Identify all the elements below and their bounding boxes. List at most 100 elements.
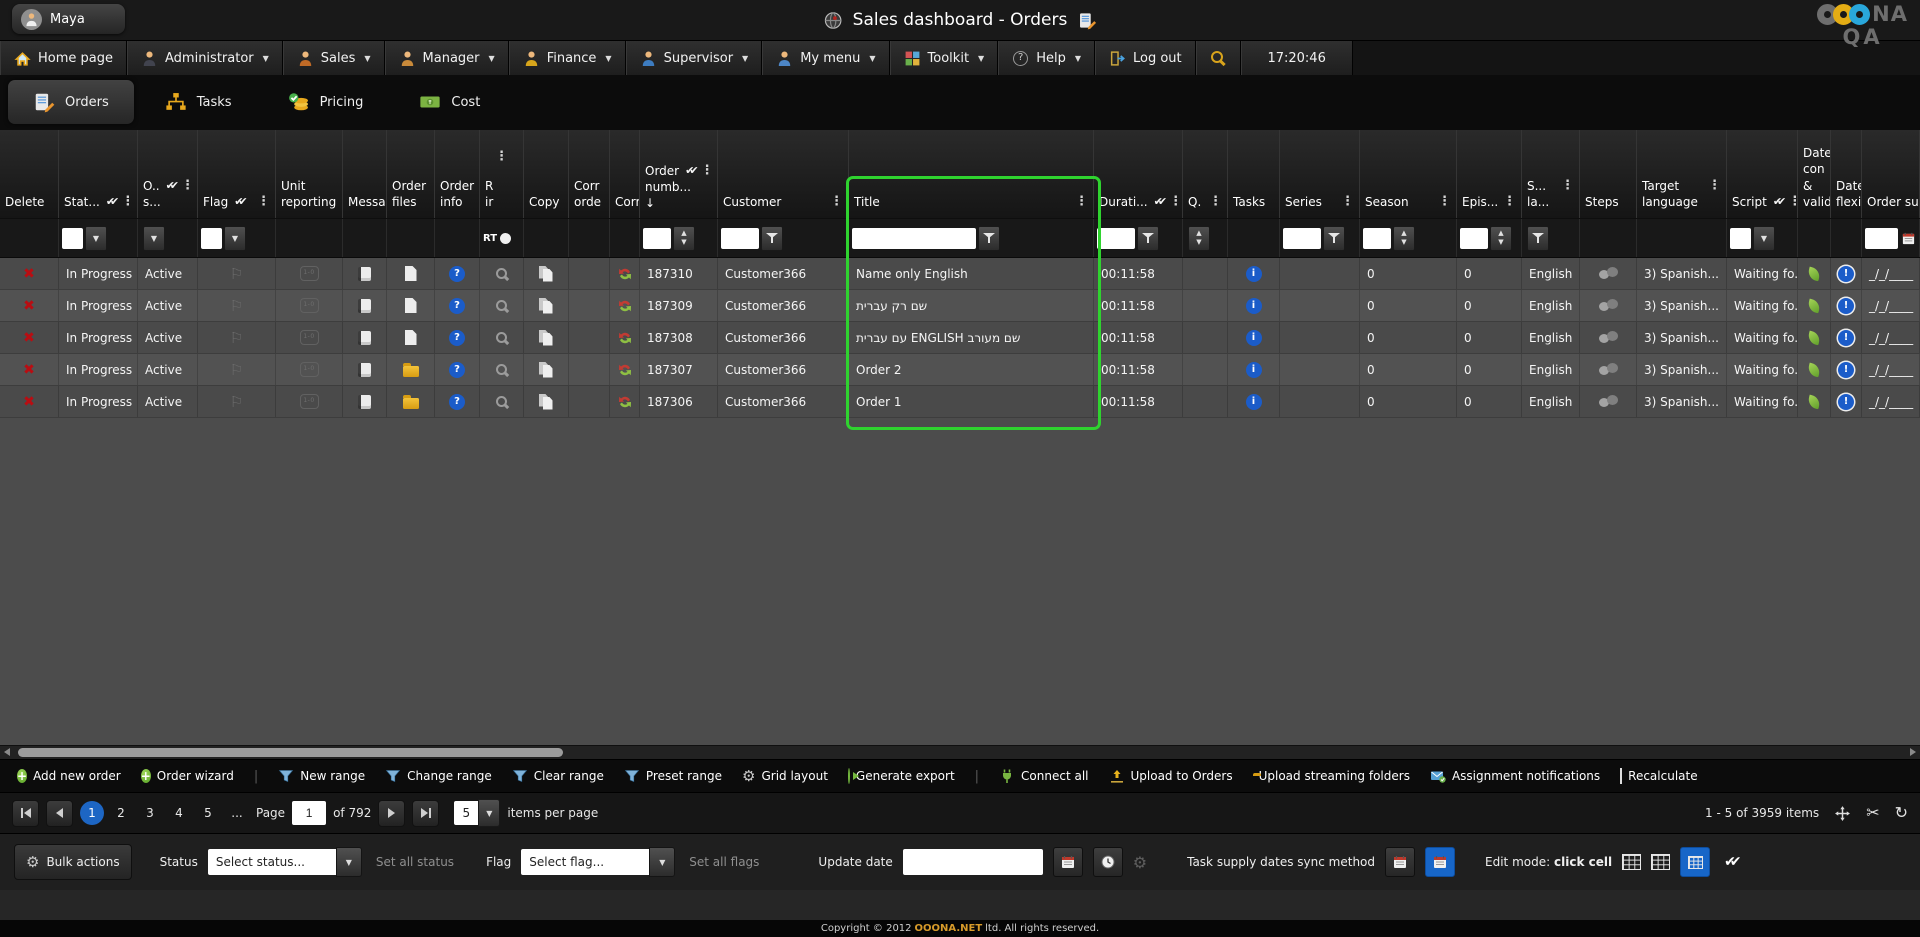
flag-filter-input[interactable] — [201, 228, 222, 249]
cell-unit_reporting[interactable]: 1-0 — [276, 290, 343, 321]
delete-icon[interactable]: ✖ — [23, 362, 35, 378]
cell-season[interactable]: 0 — [1360, 354, 1457, 385]
chevron-down-icon[interactable]: ▼ — [649, 847, 675, 877]
column-header-copy[interactable]: Copy — [524, 130, 569, 218]
toolbar-button-upload-to-orders[interactable]: Upload to Orders — [1100, 763, 1242, 789]
cell-series[interactable] — [1280, 290, 1360, 321]
cell-order_status[interactable]: Active — [138, 354, 198, 385]
menu-item-toolkit[interactable]: Toolkit▼ — [890, 41, 999, 75]
order_status-filter-caret[interactable]: ▼ — [143, 226, 165, 251]
cell-delete[interactable]: ✖ — [0, 258, 59, 289]
sync-method-option-calendar[interactable] — [1385, 847, 1415, 877]
file-icon[interactable] — [405, 266, 417, 281]
cell-corr_order[interactable] — [569, 322, 610, 353]
cell-season[interactable]: 0 — [1360, 258, 1457, 289]
cell-steps[interactable] — [1580, 354, 1637, 385]
column-menu-icon[interactable]: ⋮ — [121, 197, 134, 207]
series-filter-input[interactable] — [1283, 228, 1321, 249]
message-icon[interactable] — [358, 299, 371, 313]
cell-order_status[interactable]: Active — [138, 386, 198, 417]
column-header-status[interactable]: Stat...✔✔⋮ — [59, 130, 138, 218]
cell-script[interactable]: Waiting fo... — [1727, 322, 1798, 353]
source_language-filter-button[interactable] — [1527, 226, 1549, 251]
unit-reporting-icon[interactable]: 1-0 — [300, 330, 319, 345]
delete-icon[interactable]: ✖ — [23, 394, 35, 410]
unit-reporting-icon[interactable]: 1-0 — [300, 298, 319, 313]
menu-item-log-out[interactable]: Log out — [1095, 41, 1196, 75]
cell-source_language[interactable]: English — [1522, 290, 1580, 321]
column-header-steps[interactable]: Steps — [1580, 130, 1637, 218]
column-header-unit_reporting[interactable]: Unitreporting — [276, 130, 343, 218]
toolbar-button-change-range[interactable]: Change range — [376, 763, 501, 789]
status-filter-input[interactable] — [62, 228, 83, 249]
copy-icon[interactable] — [539, 266, 554, 282]
cell-order_files[interactable] — [387, 322, 435, 353]
flag-icon[interactable]: ⚐ — [230, 265, 243, 283]
cell-order_info[interactable]: ? — [435, 322, 480, 353]
cell-corr[interactable] — [610, 386, 640, 417]
cell-order_info[interactable]: ? — [435, 354, 480, 385]
episode-filter-input[interactable] — [1460, 228, 1488, 249]
menu-item-my-menu[interactable]: My menu▼ — [762, 41, 889, 75]
toolbar-button-assignment-notifications[interactable]: Assignment notifications — [1421, 763, 1609, 789]
steps-icon[interactable] — [1599, 395, 1618, 408]
cell-target_language[interactable]: 3) Spanish... — [1637, 258, 1727, 289]
column-header-customer[interactable]: Customer⋮ — [718, 130, 849, 218]
toolbar-button-order-wizard[interactable]: +Order wizard — [132, 763, 243, 789]
column-header-corr[interactable]: Corr — [610, 130, 640, 218]
menu-item-sales[interactable]: Sales▼ — [283, 41, 385, 75]
cell-tasks[interactable]: i — [1228, 290, 1280, 321]
duration-filter-input[interactable] — [1097, 228, 1135, 249]
next-page-button[interactable] — [378, 800, 405, 827]
cell-source_language[interactable]: English — [1522, 354, 1580, 385]
copy-icon[interactable] — [539, 298, 554, 314]
cell-flag[interactable]: ⚐ — [198, 386, 276, 417]
cell-title[interactable]: Order 2 — [849, 354, 1094, 385]
cell-customer[interactable]: Customer366 — [718, 258, 849, 289]
column-menu-icon[interactable]: ⋮ — [1169, 197, 1182, 207]
season-spinner[interactable]: ▲▼ — [1393, 226, 1415, 251]
cell-quantity[interactable] — [1183, 386, 1228, 417]
menu-item-supervisor[interactable]: Supervisor▼ — [626, 41, 763, 75]
toolbar-button-grid-layout[interactable]: ⚙Grid layout — [733, 763, 837, 789]
cell-quantity[interactable] — [1183, 290, 1228, 321]
cell-duration[interactable]: 00:11:58 — [1094, 258, 1183, 289]
toolbar-button-connect-all[interactable]: Connect all — [990, 763, 1097, 789]
column-header-tasks[interactable]: Tasks — [1228, 130, 1280, 218]
cell-source_language[interactable]: English — [1522, 258, 1580, 289]
apply-all-icon[interactable]: ✔✔ — [1724, 854, 1735, 870]
date-flexible-icon[interactable]: ! — [1838, 266, 1854, 282]
scroll-right-icon[interactable] — [1910, 748, 1916, 756]
cell-season[interactable]: 0 — [1360, 322, 1457, 353]
column-menu-icon[interactable]: ⋮ — [1708, 181, 1721, 191]
column-header-date_flexible[interactable]: Dateflexi — [1831, 130, 1862, 218]
column-header-quantity[interactable]: Q.⋮ — [1183, 130, 1228, 218]
column-header-flag[interactable]: Flag✔✔⋮ — [198, 130, 276, 218]
cell-title[interactable]: שם רק עברית — [849, 290, 1094, 321]
date-flexible-icon[interactable]: ! — [1838, 298, 1854, 314]
sync-method-option-active[interactable] — [1425, 847, 1455, 877]
cell-duration[interactable]: 00:11:58 — [1094, 354, 1183, 385]
page-button-1[interactable]: 1 — [80, 801, 104, 825]
cell-order_status[interactable]: Active — [138, 322, 198, 353]
column-menu-icon[interactable]: ⋮ — [181, 181, 194, 191]
column-header-episode[interactable]: Epis...⋮ — [1457, 130, 1522, 218]
delete-icon[interactable]: ✖ — [23, 330, 35, 346]
quantity-spinner[interactable]: ▲▼ — [1188, 226, 1210, 251]
items-per-page-select[interactable]: 5 ▼ — [454, 799, 500, 827]
steps-icon[interactable] — [1599, 363, 1618, 376]
column-header-series[interactable]: Series⋮ — [1280, 130, 1360, 218]
cell-episode[interactable]: 0 — [1457, 258, 1522, 289]
menu-item-home-page[interactable]: Home page — [0, 41, 127, 75]
cell-rtl[interactable] — [480, 258, 524, 289]
cell-source_language[interactable]: English — [1522, 322, 1580, 353]
magnifier-icon[interactable] — [495, 331, 509, 345]
toolbar-button-generate-export[interactable]: Generate export — [839, 763, 964, 789]
column-header-duration[interactable]: Durati...✔✔⋮ — [1094, 130, 1183, 218]
cell-episode[interactable]: 0 — [1457, 290, 1522, 321]
correspondence-icon[interactable] — [617, 298, 633, 314]
cell-corr[interactable] — [610, 258, 640, 289]
tab-tasks[interactable]: Tasks — [140, 80, 257, 124]
tab-orders[interactable]: Orders — [8, 80, 134, 124]
cell-script[interactable]: Waiting fo... — [1727, 354, 1798, 385]
